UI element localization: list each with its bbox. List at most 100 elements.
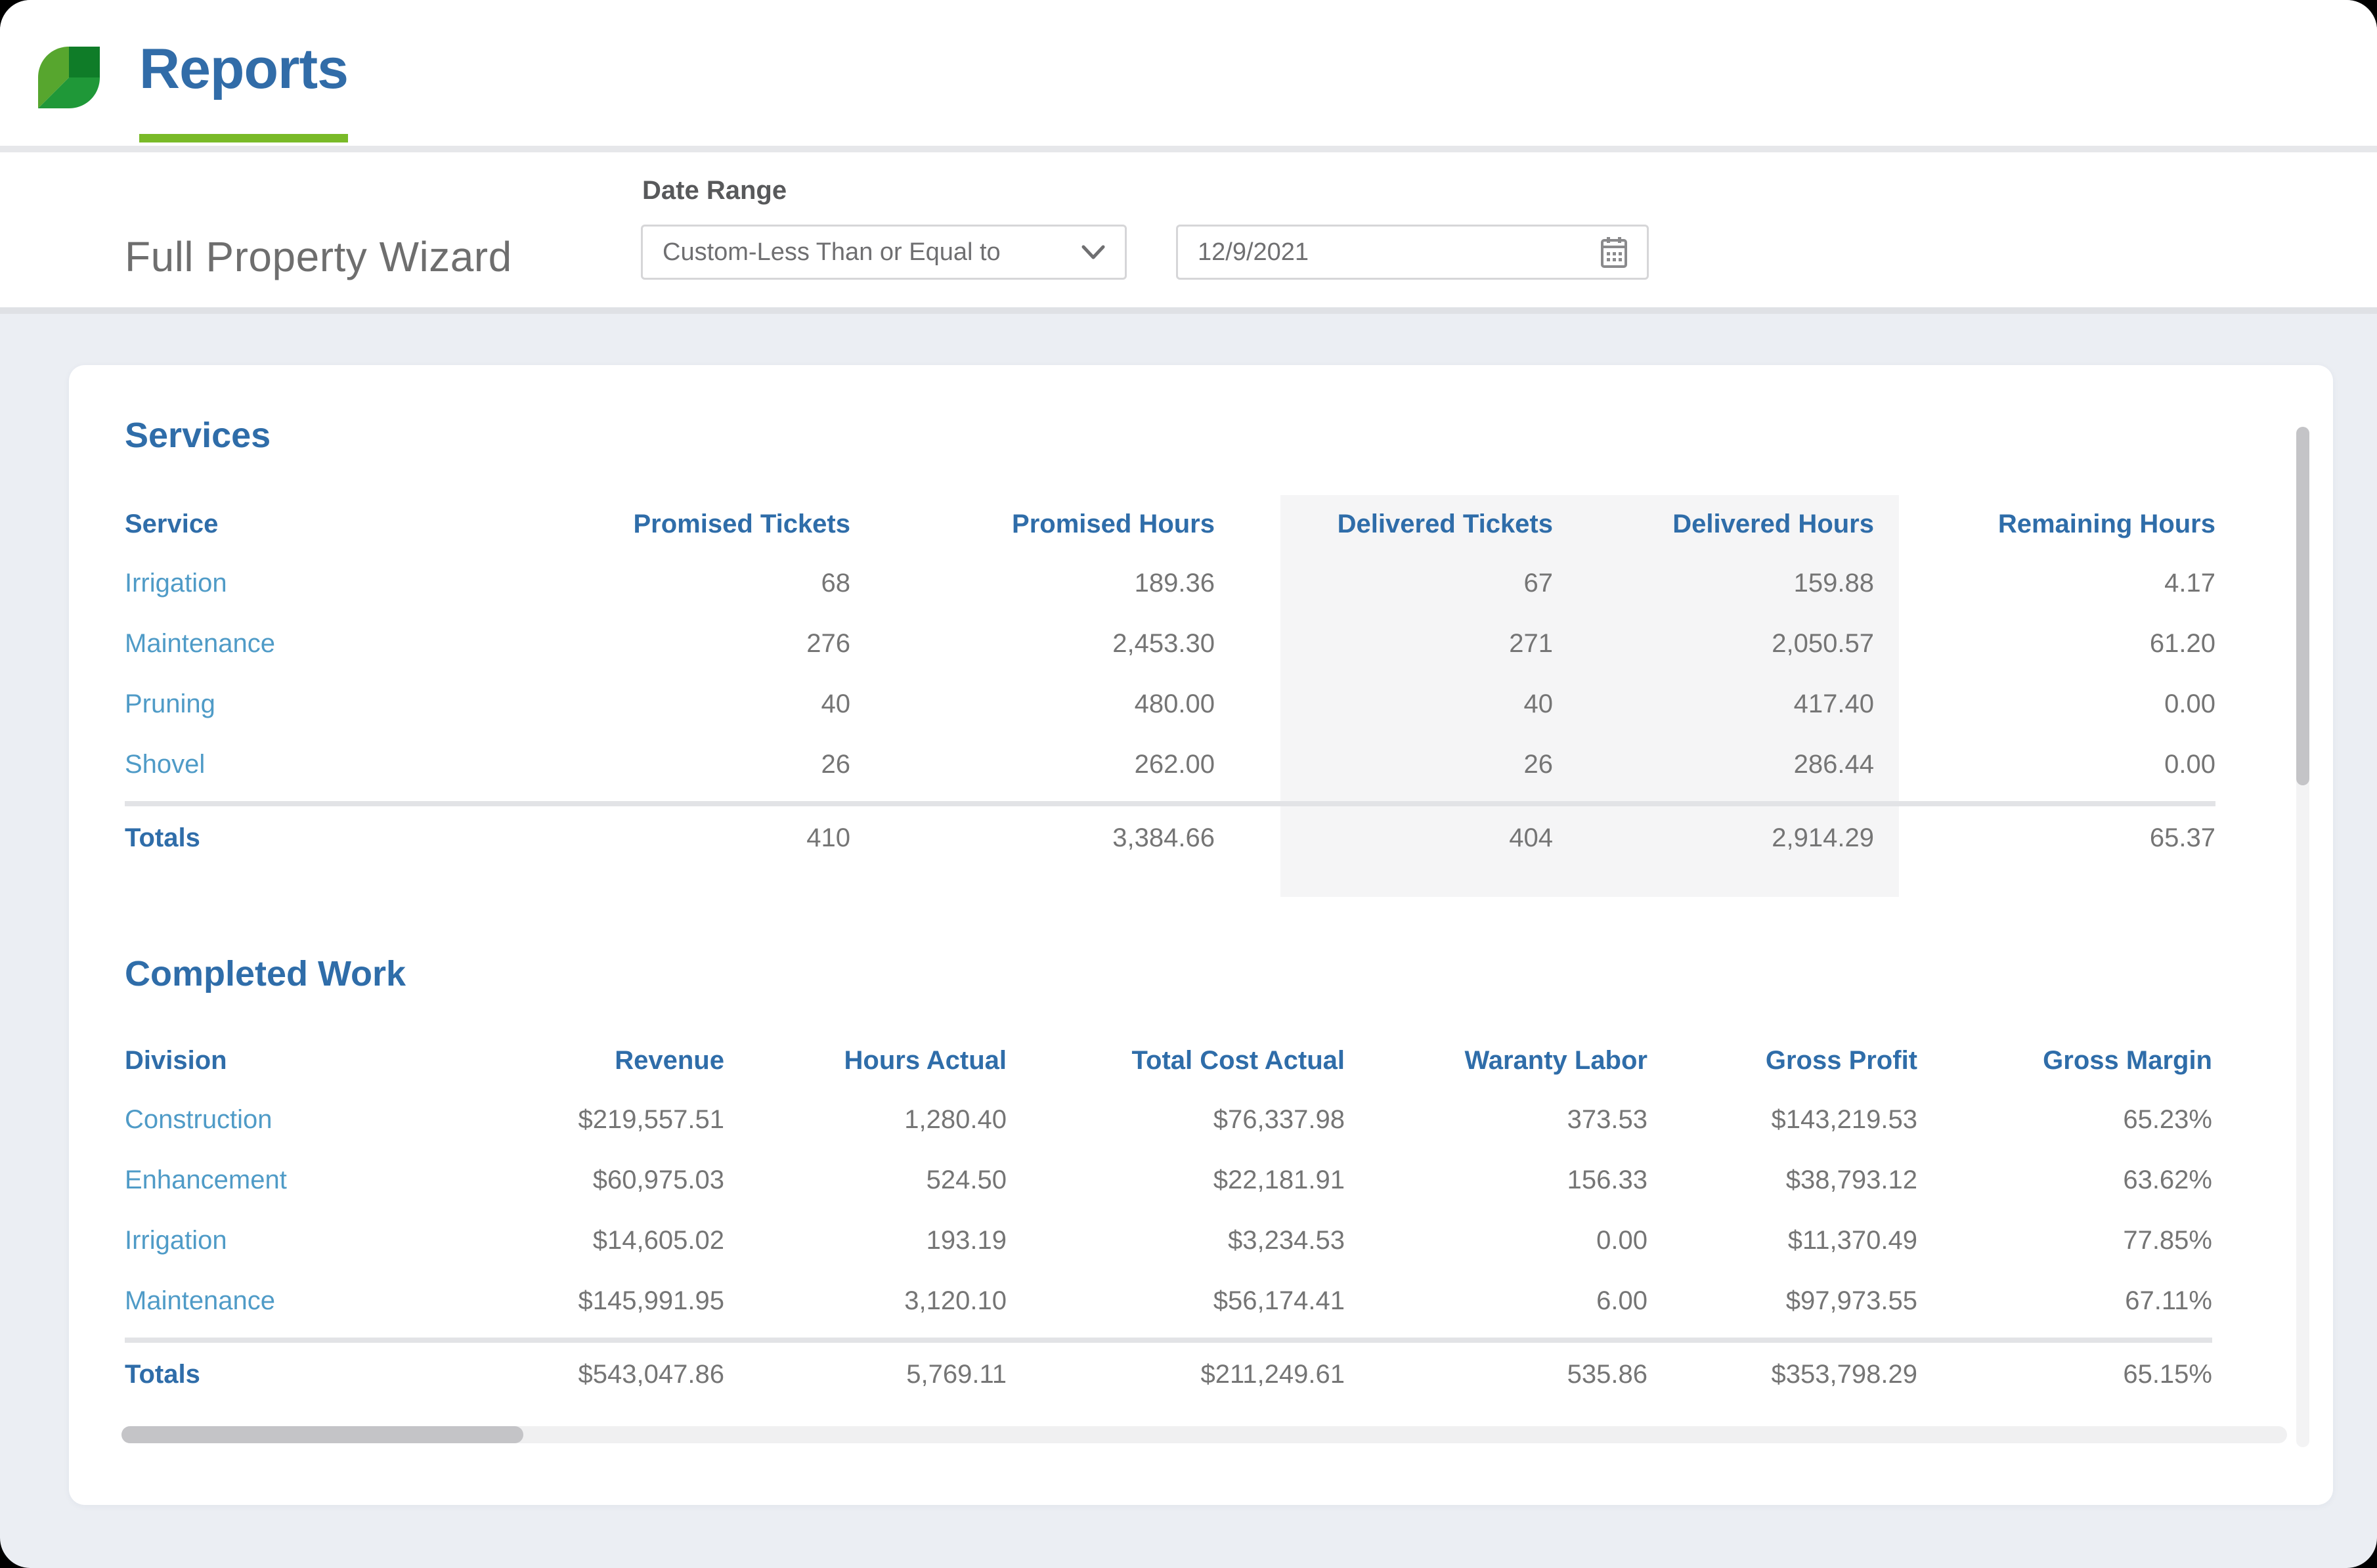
tab-reports[interactable]: Reports	[139, 0, 348, 138]
completed-work-section-title: Completed Work	[125, 953, 406, 994]
date-range-label: Date Range	[642, 176, 787, 206]
services-table-cell-value: 417.40	[1553, 674, 1874, 734]
completed-table-header-total-cost-actual: Total Cost Actual	[1007, 1032, 1345, 1089]
completed-table-cell-value: 524.50	[724, 1150, 1007, 1210]
toolbar-divider	[0, 307, 2377, 314]
completed-table-cell-value: $3,234.53	[1007, 1210, 1345, 1271]
completed-work-table: DivisionRevenueHours ActualTotal Cost Ac…	[125, 1032, 2212, 1403]
date-input[interactable]: 12/9/2021	[1176, 225, 1649, 280]
completed-table-totals-label: Totals	[125, 1345, 519, 1403]
vertical-scrollbar-track[interactable]	[2296, 427, 2309, 1447]
services-table-total-value: 404	[1215, 809, 1553, 867]
completed-table-cell-value: $14,605.02	[519, 1210, 724, 1271]
calendar-icon[interactable]	[1601, 236, 1627, 268]
services-table-cell-value: 159.88	[1553, 553, 1874, 613]
completed-table-cell-value: 3,120.10	[724, 1271, 1007, 1331]
completed-table-cell-value: 63.62%	[1917, 1150, 2212, 1210]
services-table-cell-value: 2,453.30	[850, 613, 1215, 674]
completed-table-cell-value: $11,370.49	[1647, 1210, 1917, 1271]
completed-table-cell-value: $143,219.53	[1647, 1089, 1917, 1150]
completed-table-cell-value: 67.11%	[1917, 1271, 2212, 1331]
completed-table-row-link-enhancement[interactable]: Enhancement	[125, 1150, 519, 1210]
services-table-cell-value: 0.00	[1874, 734, 2215, 795]
services-table-total-value: 3,384.66	[850, 809, 1215, 867]
services-table: ServicePromised TicketsPromised HoursDel…	[125, 495, 2215, 867]
services-table-header-remaining-hours: Remaining Hours	[1874, 495, 2215, 553]
completed-table-cell-value: $56,174.41	[1007, 1271, 1345, 1331]
completed-table-cell-value: 65.23%	[1917, 1089, 2212, 1150]
services-table-row-link-pruning[interactable]: Pruning	[125, 674, 584, 734]
completed-table-totals-divider	[125, 1338, 2212, 1343]
completed-table-cell-value: 77.85%	[1917, 1210, 2212, 1271]
services-table-header-delivered-tickets: Delivered Tickets	[1215, 495, 1553, 553]
date-input-value: 12/9/2021	[1198, 238, 1309, 267]
services-table-cell-value: 2,050.57	[1553, 613, 1874, 674]
completed-table-total-value: 535.86	[1345, 1345, 1647, 1403]
completed-table-header-gross-profit: Gross Profit	[1647, 1032, 1917, 1089]
page-title: Reports	[139, 37, 348, 102]
completed-table-header-gross-margin: Gross Margin	[1917, 1032, 2212, 1089]
services-table-total-value: 410	[584, 809, 850, 867]
services-table-cell-value: 262.00	[850, 734, 1215, 795]
chevron-down-icon	[1081, 244, 1105, 260]
completed-table-cell-value: $76,337.98	[1007, 1089, 1345, 1150]
completed-table-cell-value: 156.33	[1345, 1150, 1647, 1210]
services-table-cell-value: 271	[1215, 613, 1553, 674]
completed-table-cell-value: $22,181.91	[1007, 1150, 1345, 1210]
services-table-cell-value: 4.17	[1874, 553, 2215, 613]
horizontal-scrollbar-track[interactable]	[121, 1426, 2287, 1443]
completed-table-cell-value: 0.00	[1345, 1210, 1647, 1271]
completed-table-total-value: $211,249.61	[1007, 1345, 1345, 1403]
services-table-cell-value: 0.00	[1874, 674, 2215, 734]
completed-table-total-value: 65.15%	[1917, 1345, 2212, 1403]
services-table-header-promised-tickets: Promised Tickets	[584, 495, 850, 553]
report-title: Full Property Wizard	[125, 232, 512, 281]
completed-table-row-link-construction[interactable]: Construction	[125, 1089, 519, 1150]
top-nav-bar: Reports	[0, 0, 2377, 146]
services-table-cell-value: 61.20	[1874, 613, 2215, 674]
completed-table-cell-value: 193.19	[724, 1210, 1007, 1271]
services-table-total-value: 2,914.29	[1553, 809, 1874, 867]
completed-table-cell-value: $219,557.51	[519, 1089, 724, 1150]
services-table-totals-divider	[125, 801, 2215, 806]
completed-table-total-value: 5,769.11	[724, 1345, 1007, 1403]
services-table-cell-value: 40	[1215, 674, 1553, 734]
report-card: Services ServicePromised TicketsPromised…	[69, 365, 2333, 1505]
services-table-cell-value: 67	[1215, 553, 1553, 613]
services-table-header-service: Service	[125, 495, 584, 553]
services-table-totals-label: Totals	[125, 809, 584, 867]
completed-table-cell-value: 373.53	[1345, 1089, 1647, 1150]
completed-table-cell-value: $60,975.03	[519, 1150, 724, 1210]
services-table-row-link-irrigation[interactable]: Irrigation	[125, 553, 584, 613]
horizontal-scrollbar-thumb[interactable]	[121, 1426, 523, 1443]
completed-table-cell-value: $97,973.55	[1647, 1271, 1917, 1331]
services-table-cell-value: 286.44	[1553, 734, 1874, 795]
completed-table-header-hours-actual: Hours Actual	[724, 1032, 1007, 1089]
completed-table-cell-value: 6.00	[1345, 1271, 1647, 1331]
completed-table-total-value: $353,798.29	[1647, 1345, 1917, 1403]
services-table-cell-value: 26	[1215, 734, 1553, 795]
services-table-header-delivered-hours: Delivered Hours	[1553, 495, 1874, 553]
services-table-cell-value: 189.36	[850, 553, 1215, 613]
completed-table-row-link-maintenance[interactable]: Maintenance	[125, 1271, 519, 1331]
services-section-title: Services	[125, 415, 271, 456]
date-range-comparison-value: Custom-Less Than or Equal to	[663, 238, 1001, 267]
services-table-cell-value: 26	[584, 734, 850, 795]
active-tab-underline	[139, 134, 348, 142]
completed-table-cell-value: $38,793.12	[1647, 1150, 1917, 1210]
services-table-cell-value: 40	[584, 674, 850, 734]
sprout-leaf-logo-icon	[38, 46, 100, 109]
header-divider	[0, 146, 2377, 152]
app-window: Reports Full Property Wizard Date Range …	[0, 0, 2377, 1568]
services-table-total-value: 65.37	[1874, 809, 2215, 867]
vertical-scrollbar-thumb[interactable]	[2296, 427, 2309, 785]
services-table-cell-value: 276	[584, 613, 850, 674]
completed-table-header-division: Division	[125, 1032, 519, 1089]
services-table-row-link-maintenance[interactable]: Maintenance	[125, 613, 584, 674]
services-table-row-link-shovel[interactable]: Shovel	[125, 734, 584, 795]
completed-table-cell-value: $145,991.95	[519, 1271, 724, 1331]
completed-table-row-link-irrigation[interactable]: Irrigation	[125, 1210, 519, 1271]
completed-table-total-value: $543,047.86	[519, 1345, 724, 1403]
services-table-cell-value: 68	[584, 553, 850, 613]
date-range-comparison-select[interactable]: Custom-Less Than or Equal to	[641, 225, 1127, 280]
